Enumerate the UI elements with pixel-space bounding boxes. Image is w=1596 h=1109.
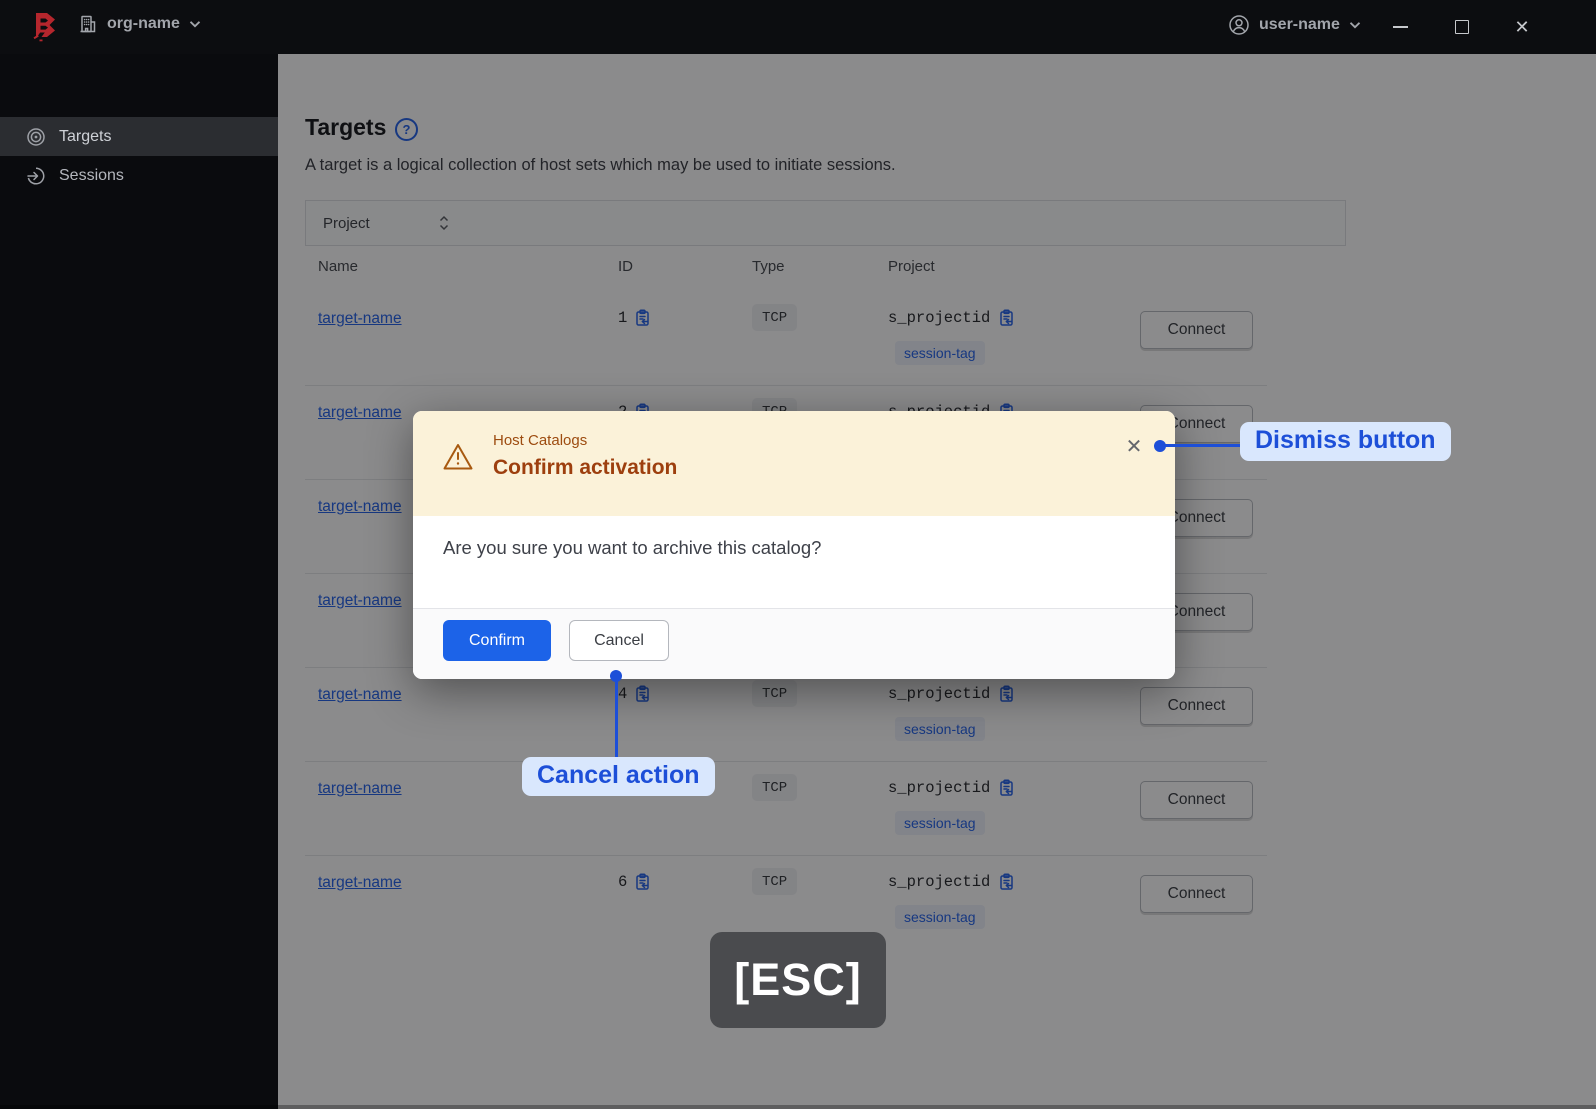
chevron-down-icon bbox=[189, 21, 201, 28]
cancel-annotation-label: Cancel action bbox=[522, 757, 715, 796]
modal-eyebrow: Host Catalogs bbox=[493, 432, 588, 449]
top-bar: org-name user-name ✕ bbox=[0, 0, 1596, 54]
warning-triangle-icon bbox=[443, 444, 473, 470]
window-bottom-edge bbox=[0, 1105, 1596, 1109]
maximize-icon bbox=[1455, 20, 1469, 34]
esc-key-label: [ESC] bbox=[734, 954, 862, 1005]
chevron-down-icon bbox=[1349, 22, 1361, 29]
modal-header: Host Catalogs Confirm activation ✕ bbox=[413, 411, 1175, 516]
confirm-modal: Host Catalogs Confirm activation ✕ Are y… bbox=[413, 411, 1175, 679]
cancel-annotation-line bbox=[614, 681, 618, 757]
sidebar-item-label: Sessions bbox=[59, 166, 124, 184]
cancel-button[interactable]: Cancel bbox=[569, 620, 669, 661]
building-icon bbox=[80, 15, 96, 33]
sidebar: Targets Sessions bbox=[0, 54, 278, 1109]
modal-message: Are you sure you want to archive this ca… bbox=[443, 537, 822, 558]
person-circle-icon bbox=[1229, 15, 1249, 35]
close-icon: ✕ bbox=[1514, 16, 1530, 37]
confirm-button[interactable]: Confirm bbox=[443, 620, 551, 661]
window-minimize-button[interactable] bbox=[1378, 0, 1422, 54]
minimize-icon bbox=[1392, 26, 1408, 28]
sidebar-item-sessions[interactable]: Sessions bbox=[0, 156, 278, 195]
sidebar-item-label: Targets bbox=[59, 127, 112, 145]
app-window: org-name user-name ✕ Targets Sessions Ta… bbox=[0, 0, 1596, 1109]
boundary-logo-icon bbox=[33, 13, 55, 42]
org-switcher[interactable]: org-name bbox=[78, 14, 201, 34]
bullseye-icon bbox=[27, 127, 45, 146]
sign-in-arrow-icon bbox=[27, 166, 45, 184]
modal-close-button[interactable]: ✕ bbox=[1120, 433, 1148, 461]
user-name-label: user-name bbox=[1259, 16, 1340, 33]
org-name-label: org-name bbox=[107, 15, 180, 32]
modal-title: Confirm activation bbox=[493, 456, 678, 479]
sidebar-item-targets[interactable]: Targets bbox=[0, 117, 278, 156]
window-close-button[interactable]: ✕ bbox=[1500, 0, 1544, 54]
esc-key-badge: [ESC] bbox=[710, 932, 886, 1028]
dismiss-annotation-line bbox=[1160, 444, 1245, 447]
user-menu[interactable]: user-name bbox=[1228, 14, 1361, 36]
dismiss-annotation-label: Dismiss button bbox=[1240, 422, 1451, 461]
window-maximize-button[interactable] bbox=[1440, 0, 1484, 54]
modal-footer: Confirm Cancel bbox=[413, 608, 1175, 679]
close-icon: ✕ bbox=[1125, 436, 1143, 458]
